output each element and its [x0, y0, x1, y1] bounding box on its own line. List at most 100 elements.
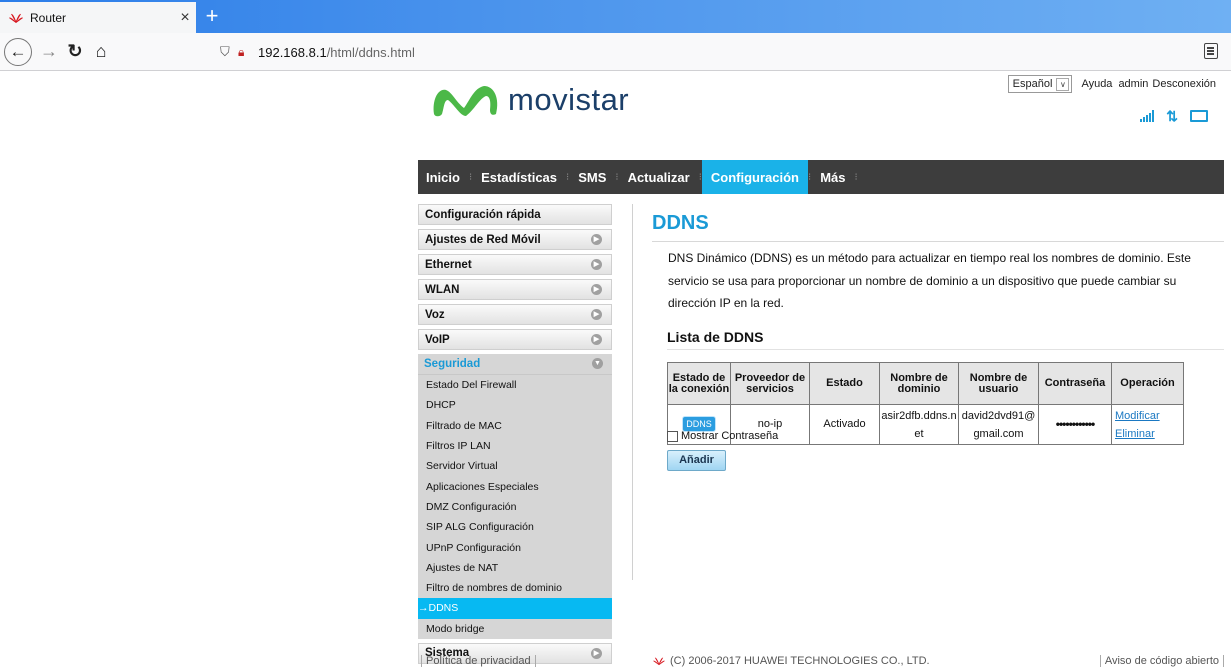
sidebar-subitem[interactable]: Estado Del Firewall	[418, 375, 612, 395]
reload-button[interactable]: ↻	[62, 39, 88, 65]
help-link[interactable]: Ayuda	[1081, 78, 1112, 90]
expand-icon: ▶	[591, 309, 602, 320]
sidebar-subitem[interactable]: Servidor Virtual	[418, 456, 612, 476]
sidebar-subitem[interactable]: DMZ Configuración	[418, 497, 612, 517]
cell-state: Activado	[809, 404, 880, 445]
nav-actualizar[interactable]: Actualizar	[619, 160, 699, 194]
url-text[interactable]: 192.168.8.1/html/ddns.html	[258, 45, 415, 60]
open-source-notice-link[interactable]: Aviso de código abierto	[1099, 655, 1224, 667]
ddns-list-title: Lista de DDNS	[667, 329, 764, 345]
sidebar-subitem[interactable]: UPnP Configuración	[418, 537, 612, 557]
col-domain: Nombre de dominio	[879, 362, 959, 405]
browser-tabstrip: Router × +	[0, 0, 1231, 33]
language-select[interactable]: Español ∨	[1007, 75, 1073, 93]
nav-inicio[interactable]: Inicio	[418, 160, 469, 194]
show-password-toggle[interactable]: Mostrar Contraseña	[667, 430, 778, 442]
edit-link[interactable]: Modificar	[1115, 407, 1183, 425]
huawei-favicon-icon	[9, 13, 23, 23]
sidebar-item-label: Voz	[425, 308, 445, 321]
user-link[interactable]: admin	[1118, 78, 1148, 90]
logout-link[interactable]: Desconexión	[1152, 78, 1216, 90]
home-button[interactable]: ⌂	[88, 39, 114, 65]
copyright: (C) 2006-2017 HUAWEI TECHNOLOGIES CO., L…	[652, 655, 930, 667]
expand-icon: ▶	[591, 259, 602, 270]
nav-sms[interactable]: SMS	[569, 160, 615, 194]
forward-button[interactable]: →	[36, 39, 62, 65]
back-button[interactable]: ←	[4, 37, 32, 66]
sidebar-subitem[interactable]: Ajustes de NAT	[418, 558, 612, 578]
col-password: Contraseña	[1038, 362, 1112, 405]
language-value: Español	[1012, 78, 1053, 90]
new-tab-button[interactable]: +	[199, 4, 225, 30]
list-divider	[667, 349, 1224, 350]
sidebar-subitem[interactable]: Modo bridge	[418, 619, 612, 639]
col-provider: Proveedor de servicios	[730, 362, 810, 405]
content-divider	[632, 204, 633, 580]
connected-device-icon	[1190, 110, 1208, 122]
table-header-row: Estado de la conexión Proveedor de servi…	[667, 362, 1184, 405]
col-username: Nombre de usuario	[958, 362, 1039, 405]
sidebar-group-seguridad: Seguridad ▼ Estado Del Firewall DHCP Fil…	[418, 354, 612, 639]
privacy-link[interactable]: Política de privacidad	[421, 655, 536, 667]
router-page: movistar Español ∨ Ayuda admin Desconexi…	[418, 72, 1224, 669]
sidebar-item-seguridad[interactable]: Seguridad ▼	[418, 354, 612, 375]
expand-icon: ▶	[591, 234, 602, 245]
huawei-logo-icon	[653, 657, 665, 666]
password-mask: ••••••••••••	[1055, 416, 1095, 431]
sidebar-subitem[interactable]: DHCP	[418, 395, 612, 415]
url-bar[interactable]: ⛉ 🔒︎ 192.168.8.1/html/ddns.html	[220, 39, 1224, 65]
delete-link[interactable]: Eliminar	[1115, 425, 1183, 443]
cell-username: david2dvd91@gmail.com	[958, 404, 1039, 445]
footer: Política de privacidad (C) 2006-2017 HUA…	[418, 655, 1224, 669]
cell-operation: Modificar Eliminar	[1111, 404, 1184, 445]
sidebar-item-label: VoIP	[425, 333, 450, 346]
sidebar-item-voz[interactable]: Voz ▶	[418, 304, 612, 325]
sidebar-item-ajustes-red-movil[interactable]: Ajustes de Red Móvil ▶	[418, 229, 612, 250]
sidebar-item-wlan[interactable]: WLAN ▶	[418, 279, 612, 300]
main-content: DDNS DNS Dinámico (DDNS) es un método pa…	[652, 204, 1224, 471]
ddns-description: DNS Dinámico (DDNS) es un método para ac…	[668, 251, 1191, 310]
sidebar-item-configuracion-rapida[interactable]: Configuración rápida	[418, 204, 612, 225]
show-password-label: Mostrar Contraseña	[681, 430, 779, 442]
expand-icon: ▶	[591, 334, 602, 345]
movistar-m-logo-icon	[433, 86, 498, 117]
sidebar-subitem[interactable]: Aplicaciones Especiales	[418, 476, 612, 496]
col-operation: Operación	[1111, 362, 1184, 405]
main-nav: Inicio ⁝ Estadísticas ⁝ SMS ⁝ Actualizar…	[418, 160, 1224, 194]
browser-toolbar: ← → ↻ ⌂ ⛉ 🔒︎ 192.168.8.1/html/ddns.html	[0, 33, 1231, 71]
sidebar-subitem-ddns-active[interactable]: →DDNS	[418, 598, 612, 619]
top-links: Español ∨ Ayuda admin Desconexión	[1007, 75, 1216, 93]
sidebar-item-label: Seguridad	[424, 358, 481, 370]
nav-estadisticas[interactable]: Estadísticas	[472, 160, 566, 194]
sidebar-item-label: Configuración rápida	[425, 208, 541, 221]
add-button[interactable]: Añadir	[667, 450, 726, 471]
col-connection-state: Estado de la conexión	[667, 362, 731, 405]
show-password-checkbox[interactable]	[667, 430, 678, 442]
sidebar-subitem[interactable]: Filtros IP LAN	[418, 436, 612, 456]
nav-configuracion[interactable]: Configuración	[701, 160, 808, 194]
col-state: Estado	[809, 362, 880, 405]
tracking-shield-icon[interactable]: ⛉	[220, 44, 238, 60]
sidebar-item-ethernet[interactable]: Ethernet ▶	[418, 254, 612, 275]
browser-tab[interactable]: Router ×	[0, 2, 196, 33]
sidebar-item-label: Ethernet	[425, 258, 472, 271]
signal-strength-icon	[1140, 110, 1155, 122]
sidebar: Configuración rápida Ajustes de Red Móvi…	[418, 204, 612, 668]
reader-view-icon[interactable]	[1204, 43, 1218, 59]
sidebar-subitem[interactable]: SIP ALG Configuración	[418, 517, 612, 537]
url-host: 192.168.8.1	[258, 44, 327, 60]
sidebar-item-voip[interactable]: VoIP ▶	[418, 329, 612, 350]
insecure-lock-icon[interactable]: 🔒︎	[238, 45, 258, 60]
tab-close-icon[interactable]: ×	[174, 9, 196, 27]
expand-icon: ▶	[591, 284, 602, 295]
status-icons: ⇅	[1140, 109, 1208, 123]
sidebar-subitem[interactable]: Filtro de nombres de dominio	[418, 578, 612, 598]
sidebar-item-label: WLAN	[425, 283, 460, 296]
sidebar-subitem[interactable]: Filtrado de MAC	[418, 416, 612, 436]
movistar-logo[interactable]: movistar	[430, 78, 629, 122]
sidebar-item-label: Ajustes de Red Móvil	[425, 233, 541, 246]
nav-mas[interactable]: Más	[811, 160, 854, 194]
nav-separator: ⁝	[854, 171, 858, 183]
collapse-icon: ▼	[592, 358, 603, 369]
chevron-down-icon: ∨	[1056, 77, 1070, 91]
